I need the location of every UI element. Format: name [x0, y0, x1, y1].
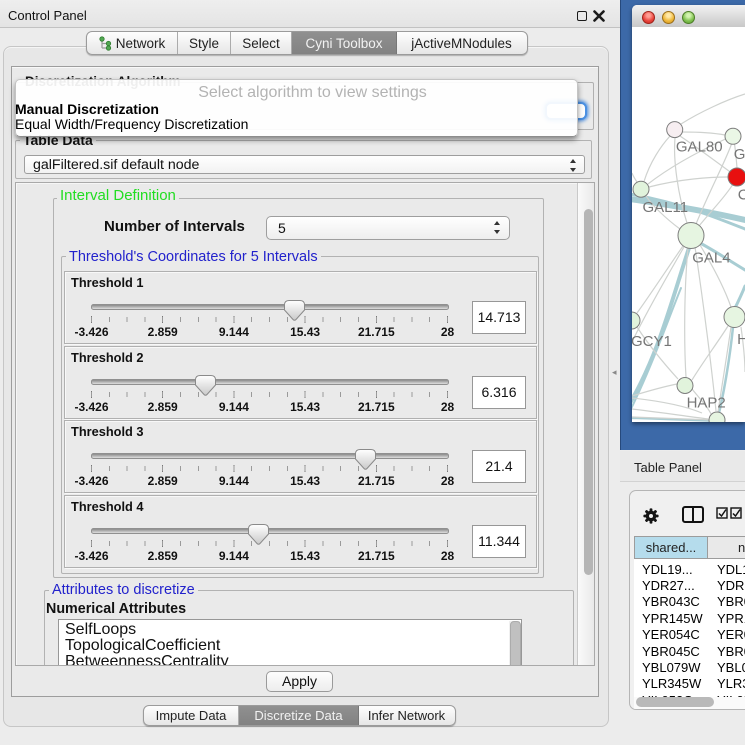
svg-text:GAL11: GAL11	[643, 199, 689, 216]
svg-text:GAL7: GAL7	[734, 146, 745, 163]
svg-text:HAP2: HAP2	[687, 395, 726, 412]
svg-text:GAL4: GAL4	[692, 250, 730, 267]
svg-text:GAL80: GAL80	[676, 138, 723, 155]
svg-text:HI: HI	[737, 331, 745, 348]
svg-text:CR: CR	[738, 187, 745, 204]
svg-text:GCY1: GCY1	[632, 333, 672, 350]
